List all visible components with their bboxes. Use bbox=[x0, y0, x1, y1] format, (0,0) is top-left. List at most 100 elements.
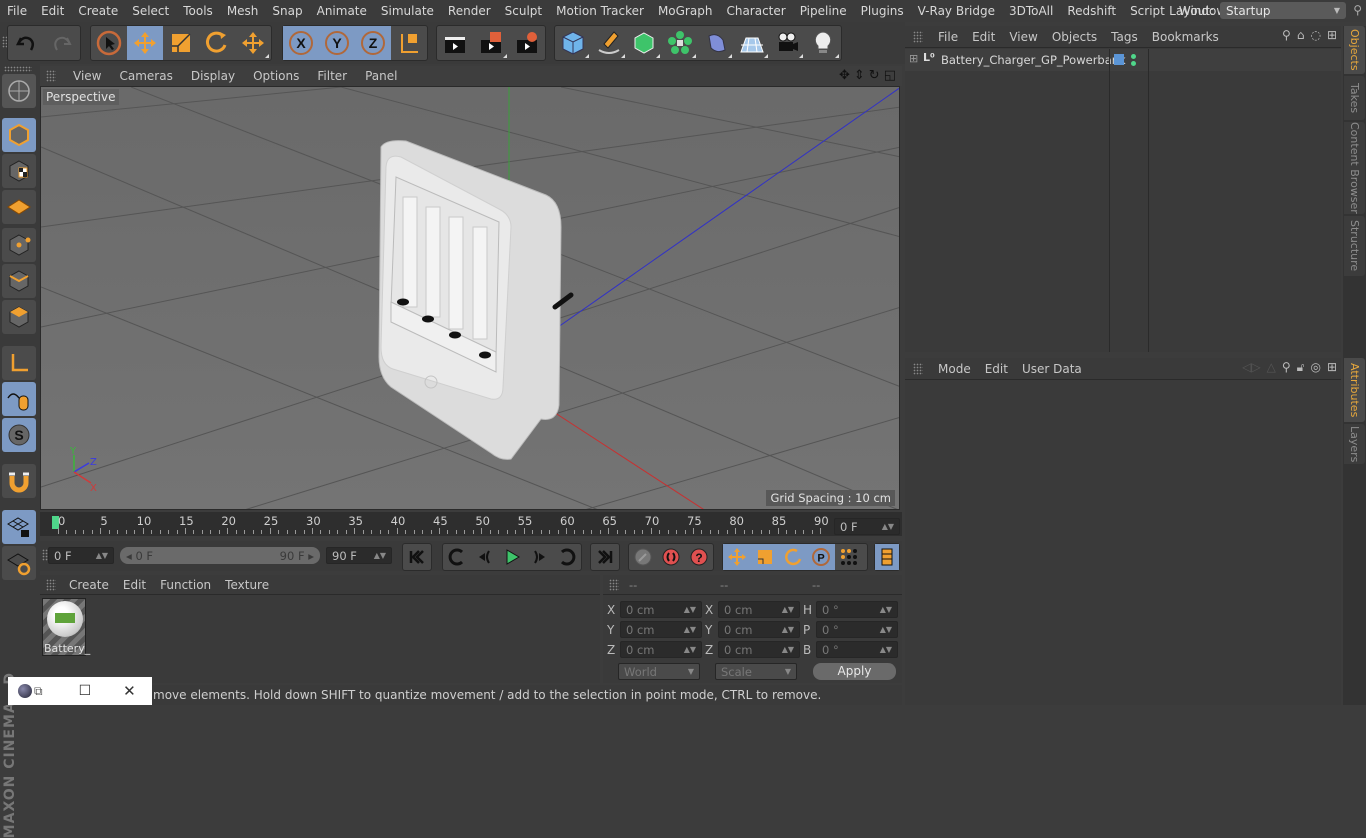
attributes-grip[interactable] bbox=[913, 362, 923, 375]
edges-mode-button[interactable] bbox=[2, 264, 36, 298]
new-panel-icon[interactable]: ⊞ bbox=[1327, 360, 1337, 375]
viewport-menu-panel[interactable]: Panel bbox=[356, 69, 406, 83]
menu-mesh[interactable]: Mesh bbox=[220, 4, 266, 18]
rot-b-field[interactable]: 0 ° ▲▼ bbox=[816, 641, 898, 658]
menu-motion-tracker[interactable]: Motion Tracker bbox=[549, 4, 651, 18]
apply-button[interactable]: Apply bbox=[813, 663, 896, 680]
render-settings-button[interactable] bbox=[509, 26, 545, 60]
x-axis-lock[interactable]: X bbox=[283, 26, 319, 60]
zoom-view-icon[interactable]: ⇕ bbox=[854, 68, 865, 83]
cloner-button[interactable] bbox=[662, 26, 698, 60]
viewport-menu-cameras[interactable]: Cameras bbox=[110, 69, 181, 83]
key-pla-button[interactable] bbox=[835, 544, 863, 570]
subdivision-button[interactable] bbox=[627, 26, 663, 60]
autokeying-button[interactable] bbox=[657, 544, 685, 570]
rot-h-field[interactable]: 0 ° ▲▼ bbox=[816, 601, 898, 618]
rot-p-field[interactable]: 0 ° ▲▼ bbox=[816, 621, 898, 638]
pos-x-field[interactable]: 0 cm ▲▼ bbox=[620, 601, 702, 618]
key-scale-button[interactable] bbox=[751, 544, 779, 570]
timeline-ruler[interactable]: 0 5 10 15 20 25 30 35 40 45 50 55 60 65 70 75 80 85 90 bbox=[40, 512, 902, 536]
next-keyframe-button[interactable] bbox=[553, 544, 581, 570]
z-axis-lock[interactable]: Z bbox=[355, 26, 391, 60]
3d-viewport[interactable]: Y Z X Perspective Grid Spacing : 10 cm bbox=[40, 86, 900, 510]
viewport-grip[interactable] bbox=[46, 70, 56, 82]
render-visibility-dot[interactable] bbox=[1131, 61, 1136, 66]
new-panel-icon[interactable]: ⊞ bbox=[1327, 28, 1337, 42]
objects-menu-bookmarks[interactable]: Bookmarks bbox=[1145, 30, 1226, 44]
coordinate-system-button[interactable] bbox=[391, 26, 427, 60]
menu-snap[interactable]: Snap bbox=[265, 4, 309, 18]
viewport-camera-label[interactable]: Perspective bbox=[43, 89, 119, 105]
search-icon[interactable]: ⚲ bbox=[1282, 360, 1291, 375]
editor-visibility-dot[interactable] bbox=[1131, 54, 1136, 59]
menu-script[interactable]: Script bbox=[1123, 4, 1172, 18]
menu-simulate[interactable]: Simulate bbox=[374, 4, 441, 18]
solo-button[interactable]: S bbox=[2, 418, 36, 452]
cube-button[interactable] bbox=[555, 26, 591, 60]
home-icon[interactable]: ⌂ bbox=[1297, 28, 1305, 42]
attributes-menu-user-data[interactable]: User Data bbox=[1015, 362, 1089, 376]
menu-plugins[interactable]: Plugins bbox=[854, 4, 911, 18]
tab-structure[interactable]: Structure bbox=[1344, 216, 1365, 276]
attributes-menu-mode[interactable]: Mode bbox=[931, 362, 978, 376]
key-rotation-button[interactable] bbox=[779, 544, 807, 570]
tweak-mode-button[interactable] bbox=[2, 382, 36, 416]
viewport-menu-filter[interactable]: Filter bbox=[308, 69, 356, 83]
scale-tool[interactable] bbox=[163, 26, 199, 60]
search-icon[interactable]: ⚲ bbox=[1353, 3, 1362, 17]
material-menu-create[interactable]: Create bbox=[62, 578, 116, 592]
back-arrow-icon[interactable]: ◁▷ bbox=[1242, 360, 1260, 375]
target-icon[interactable]: ◎ bbox=[1310, 360, 1320, 375]
pos-y-field[interactable]: 0 cm ▲▼ bbox=[620, 621, 702, 638]
tab-objects[interactable]: Objects bbox=[1344, 26, 1365, 74]
menu-redshift[interactable]: Redshift bbox=[1060, 4, 1123, 18]
axis-mode-button[interactable] bbox=[2, 346, 36, 380]
model-mode-button[interactable] bbox=[2, 118, 36, 152]
previous-keyframe-button[interactable] bbox=[443, 544, 471, 570]
live-selection-tool[interactable] bbox=[91, 26, 127, 60]
menu-pipeline[interactable]: Pipeline bbox=[793, 4, 854, 18]
redo-button[interactable] bbox=[44, 26, 80, 60]
objects-grip[interactable] bbox=[913, 30, 923, 43]
tab-takes[interactable]: Takes bbox=[1344, 76, 1365, 120]
viewport-menu-display[interactable]: Display bbox=[182, 69, 244, 83]
pen-button[interactable] bbox=[591, 26, 627, 60]
menu-tools[interactable]: Tools bbox=[176, 4, 220, 18]
menu-file[interactable]: File bbox=[0, 4, 34, 18]
record-keys-button[interactable] bbox=[629, 544, 657, 570]
move-tool[interactable] bbox=[127, 26, 163, 60]
material-menu-edit[interactable]: Edit bbox=[116, 578, 153, 592]
lock-icon[interactable]: 🔓︎ bbox=[1297, 360, 1305, 375]
material-grip[interactable] bbox=[46, 578, 56, 591]
menu-sculpt[interactable]: Sculpt bbox=[498, 4, 549, 18]
menu-3dtoall[interactable]: 3DToAll bbox=[1002, 4, 1060, 18]
expand-icon[interactable]: ⊞ bbox=[909, 52, 918, 65]
maximize-icon[interactable]: ☐ bbox=[79, 683, 92, 699]
viewport-menu-options[interactable]: Options bbox=[244, 69, 308, 83]
size-mode-dropdown[interactable]: Scale ▼ bbox=[715, 663, 797, 680]
start-frame-field[interactable]: 0 F ▲▼ bbox=[48, 547, 114, 564]
floor-button[interactable] bbox=[734, 26, 770, 60]
coordinate-mode-dropdown[interactable]: World ▼ bbox=[618, 663, 700, 680]
current-frame-field[interactable]: 0 F ▲▼ bbox=[834, 518, 900, 535]
render-picture-viewer-button[interactable] bbox=[473, 26, 509, 60]
workplane-mode-button[interactable] bbox=[2, 190, 36, 224]
y-axis-lock[interactable]: Y bbox=[319, 26, 355, 60]
menu-animate[interactable]: Animate bbox=[310, 4, 374, 18]
close-icon[interactable]: ✕ bbox=[123, 682, 136, 700]
texture-mode-button[interactable] bbox=[2, 154, 36, 188]
attributes-menu-edit[interactable]: Edit bbox=[978, 362, 1015, 376]
menu-mograph[interactable]: MoGraph bbox=[651, 4, 720, 18]
polygons-mode-button[interactable] bbox=[2, 300, 36, 334]
menu-select[interactable]: Select bbox=[125, 4, 176, 18]
next-frame-button[interactable] bbox=[526, 544, 554, 570]
size-z-field[interactable]: 0 cm ▲▼ bbox=[718, 641, 800, 658]
objects-menu-tags[interactable]: Tags bbox=[1104, 30, 1145, 44]
restore-icon[interactable]: ⧉ bbox=[34, 684, 43, 699]
eye-icon[interactable]: ◌ bbox=[1310, 28, 1320, 42]
keyframe-selection-button[interactable]: ? bbox=[685, 544, 713, 570]
material-item[interactable]: Battery_ bbox=[42, 598, 90, 656]
size-y-field[interactable]: 0 cm ▲▼ bbox=[718, 621, 800, 638]
deformer-button[interactable] bbox=[698, 26, 734, 60]
previous-frame-button[interactable] bbox=[471, 544, 499, 570]
